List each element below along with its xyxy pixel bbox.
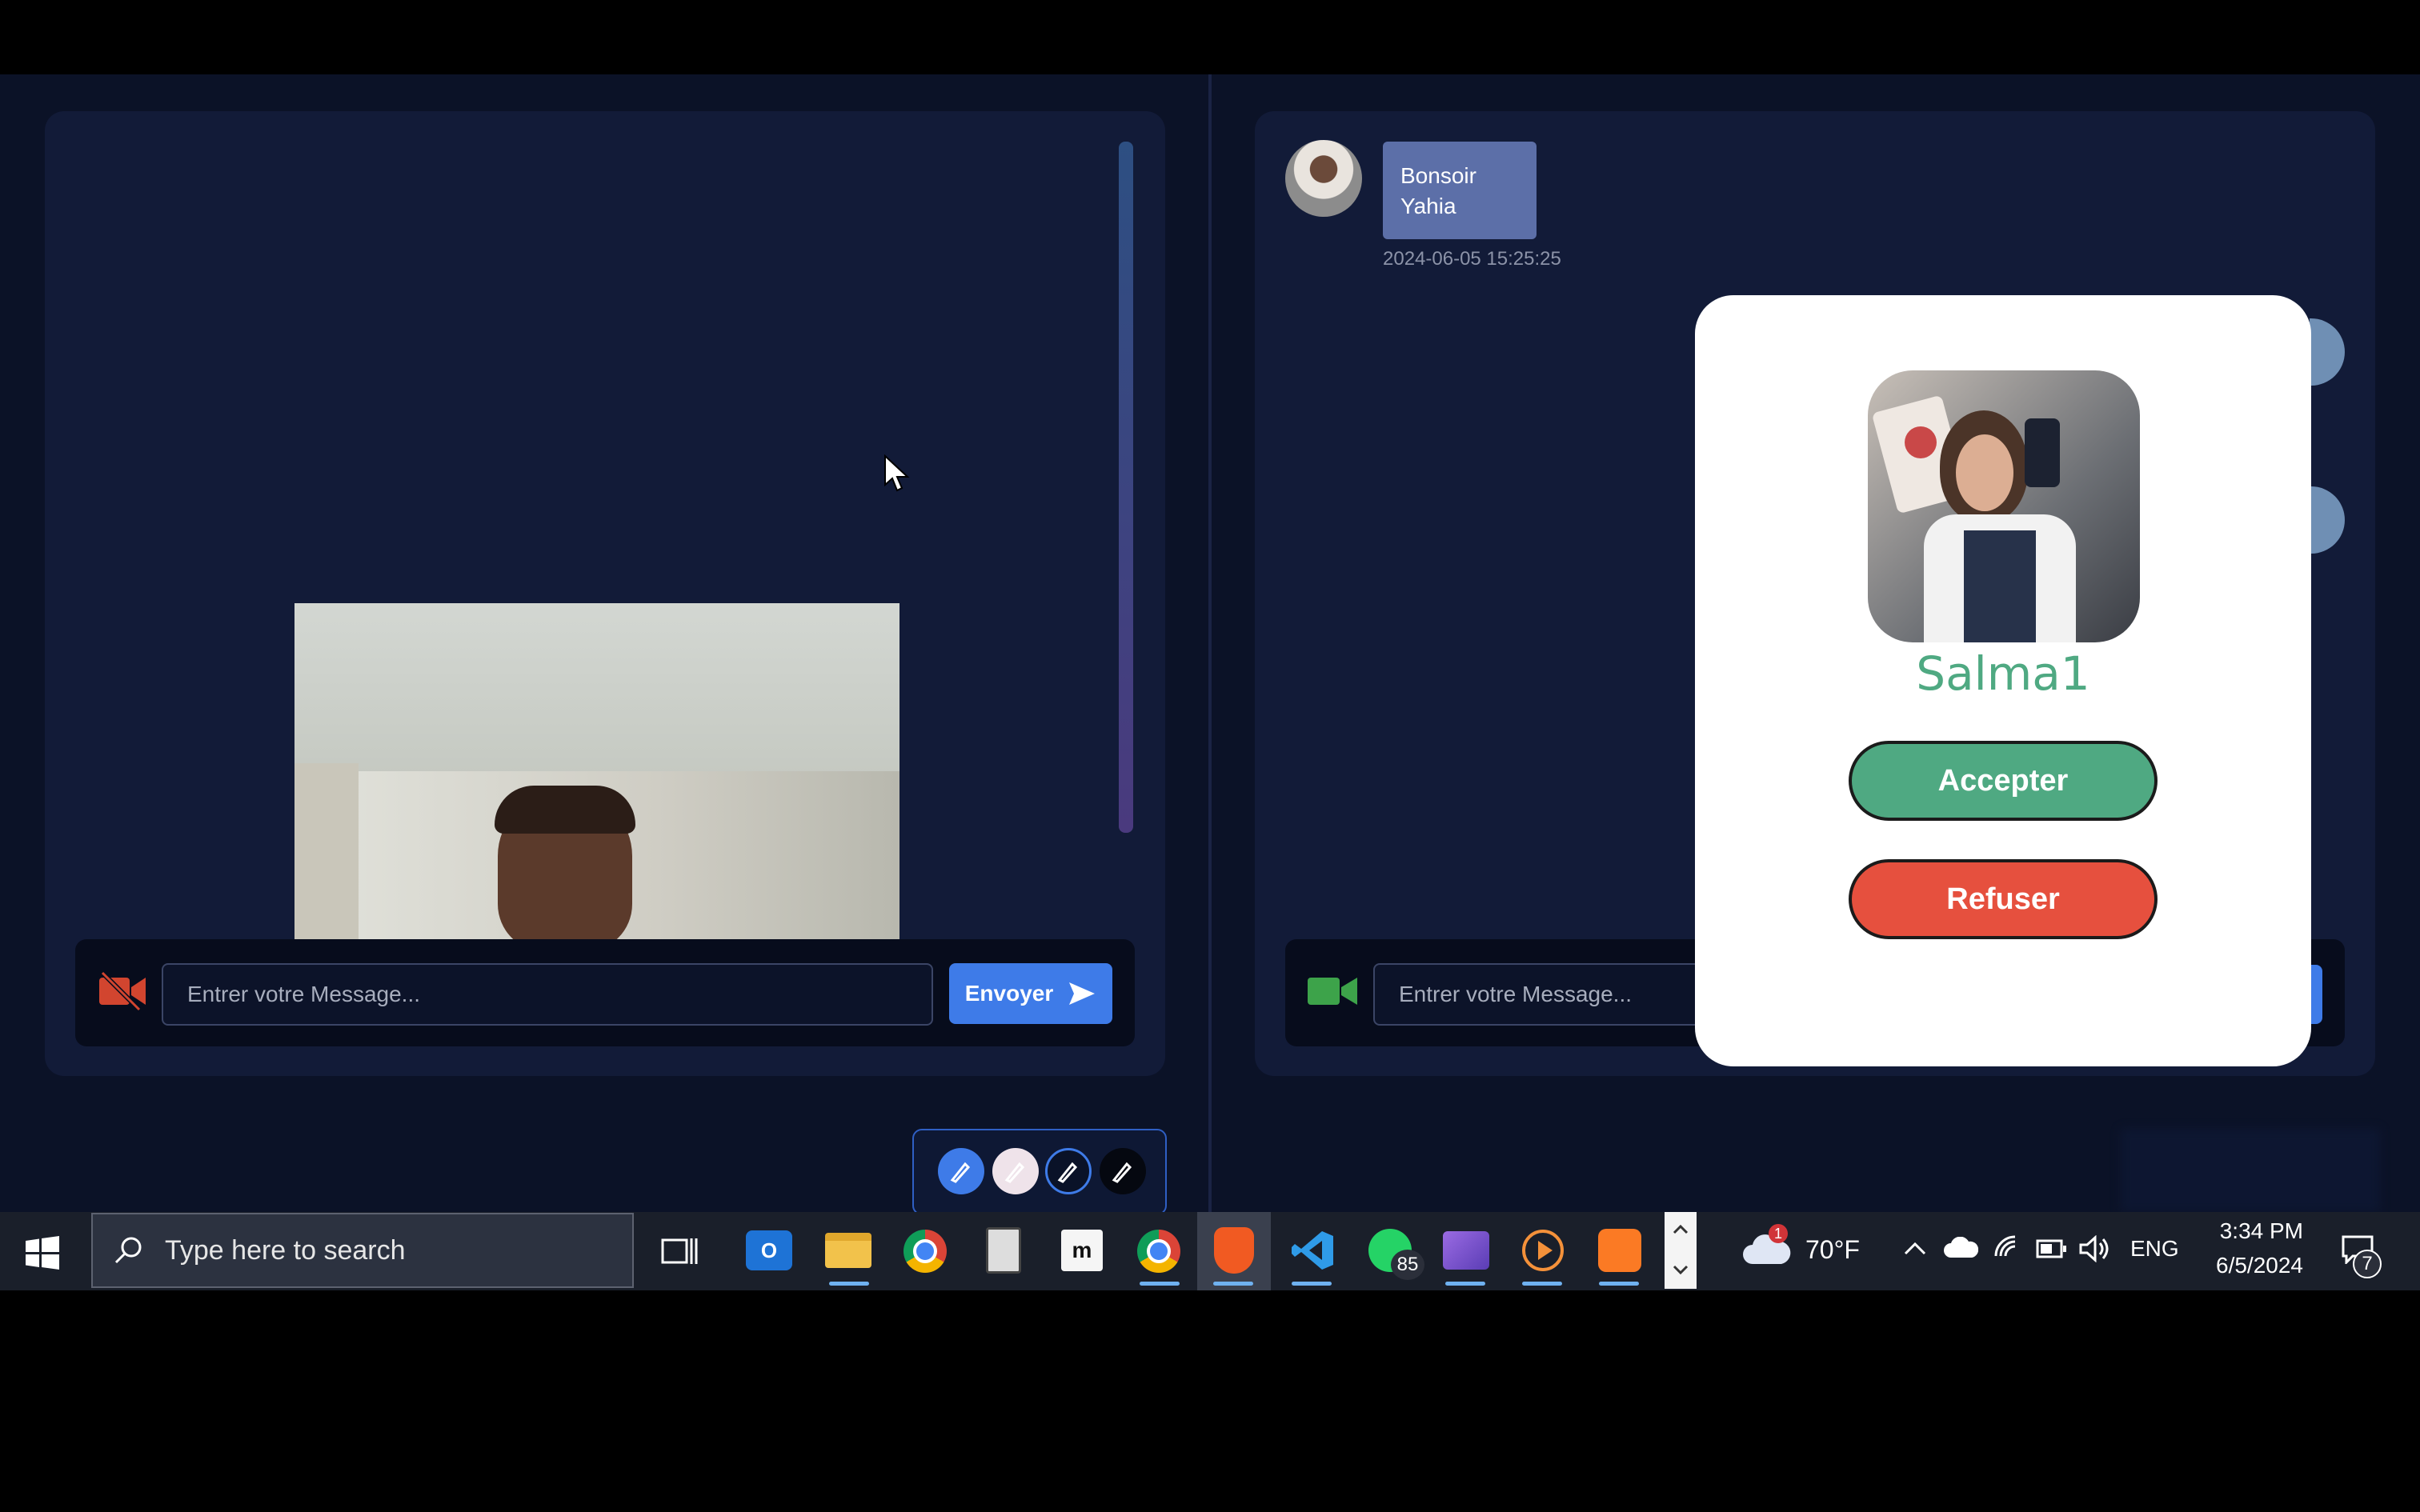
message-timestamp: 2024-06-05 15:25:25 bbox=[1383, 248, 1561, 270]
video-camera-icon[interactable] bbox=[1306, 970, 1359, 1013]
volume-icon[interactable] bbox=[2079, 1235, 2111, 1262]
message-line-2: Yahia bbox=[1400, 194, 1456, 218]
local-video-feed bbox=[294, 603, 899, 939]
chevron-up-icon bbox=[1673, 1225, 1689, 1234]
battery-icon[interactable] bbox=[2036, 1238, 2068, 1259]
eraser-tool[interactable] bbox=[992, 1148, 1039, 1194]
media-player-indicator bbox=[1522, 1282, 1562, 1286]
video-editor-indicator bbox=[1445, 1282, 1485, 1286]
taskbar-scroll-buttons[interactable] bbox=[1665, 1212, 1697, 1289]
clock-time[interactable]: 3:34 PM bbox=[2207, 1218, 2303, 1244]
right-drawing-toolbar bbox=[2121, 1129, 2380, 1212]
calculator-icon[interactable] bbox=[983, 1226, 1024, 1275]
video-editor-icon[interactable] bbox=[1440, 1227, 1492, 1274]
video-off-icon[interactable] bbox=[98, 970, 147, 1013]
outlook-new-icon[interactable]: O bbox=[744, 1227, 794, 1274]
left-message-input[interactable]: Entrer votre Message... bbox=[162, 963, 933, 1026]
pane-divider bbox=[1208, 74, 1212, 1212]
message-bubble: Bonsoir Yahia bbox=[1383, 142, 1537, 239]
brush-tool[interactable] bbox=[938, 1148, 984, 1194]
mouse-cursor-icon bbox=[884, 454, 910, 492]
notification-badge: 7 bbox=[2353, 1250, 2382, 1278]
windows-start-icon[interactable] bbox=[26, 1236, 59, 1270]
brave-indicator bbox=[1213, 1282, 1253, 1286]
xampp-indicator bbox=[1599, 1282, 1639, 1286]
search-icon bbox=[114, 1237, 142, 1264]
notes-app-icon[interactable]: m bbox=[1060, 1227, 1104, 1274]
send-label: Envoyer bbox=[964, 981, 1054, 1006]
accept-call-button[interactable]: Accepter bbox=[1849, 741, 2158, 821]
vscode-indicator bbox=[1292, 1282, 1332, 1286]
task-view-icon[interactable] bbox=[661, 1235, 698, 1267]
caller-name: Salma1 bbox=[1916, 646, 2090, 701]
file-explorer-icon[interactable] bbox=[824, 1230, 872, 1270]
decline-call-button[interactable]: Refuser bbox=[1849, 859, 2158, 939]
chevron-up-icon[interactable] bbox=[1903, 1242, 1927, 1256]
chrome-icon[interactable] bbox=[1136, 1229, 1181, 1274]
paper-plane-icon bbox=[1069, 982, 1096, 1005]
xampp-icon[interactable] bbox=[1596, 1226, 1644, 1275]
vscode-icon[interactable] bbox=[1288, 1226, 1336, 1275]
left-scrollbar[interactable] bbox=[1119, 142, 1133, 833]
file-explorer-indicator bbox=[829, 1282, 869, 1286]
weather-widget[interactable]: 1 70°F bbox=[1738, 1224, 1866, 1275]
language-indicator[interactable]: ENG bbox=[2130, 1236, 2179, 1262]
wifi-icon[interactable] bbox=[1993, 1235, 2021, 1261]
chevron-down-icon bbox=[1673, 1265, 1689, 1274]
brush-outline-tool[interactable] bbox=[1045, 1148, 1092, 1194]
brush-dark-tool[interactable] bbox=[1100, 1148, 1146, 1194]
right-message-input[interactable]: Entrer votre Message... bbox=[1373, 963, 1709, 1026]
chrome-icon[interactable] bbox=[903, 1229, 948, 1274]
brave-browser-icon[interactable] bbox=[1210, 1226, 1258, 1275]
whatsapp-badge: 85 bbox=[1391, 1250, 1424, 1280]
chrome-indicator bbox=[1140, 1282, 1180, 1286]
sender-avatar bbox=[1285, 140, 1362, 217]
onedrive-icon[interactable] bbox=[1943, 1237, 1978, 1259]
brush-icon bbox=[950, 1162, 971, 1183]
eraser-icon bbox=[1004, 1162, 1025, 1183]
message-line-1: Bonsoir bbox=[1400, 163, 1476, 188]
brush-dark-icon bbox=[1112, 1162, 1132, 1183]
media-player-icon[interactable] bbox=[1519, 1227, 1567, 1274]
weather-badge: 1 bbox=[1769, 1224, 1788, 1243]
caller-photo bbox=[1868, 370, 2140, 642]
send-button[interactable]: Envoyer bbox=[949, 963, 1112, 1024]
brush-outline-icon bbox=[1057, 1162, 1078, 1183]
taskbar-search-placeholder: Type here to search bbox=[165, 1235, 406, 1266]
clock-date[interactable]: 6/5/2024 bbox=[2199, 1253, 2303, 1278]
weather-temperature: 70°F bbox=[1805, 1235, 1860, 1264]
